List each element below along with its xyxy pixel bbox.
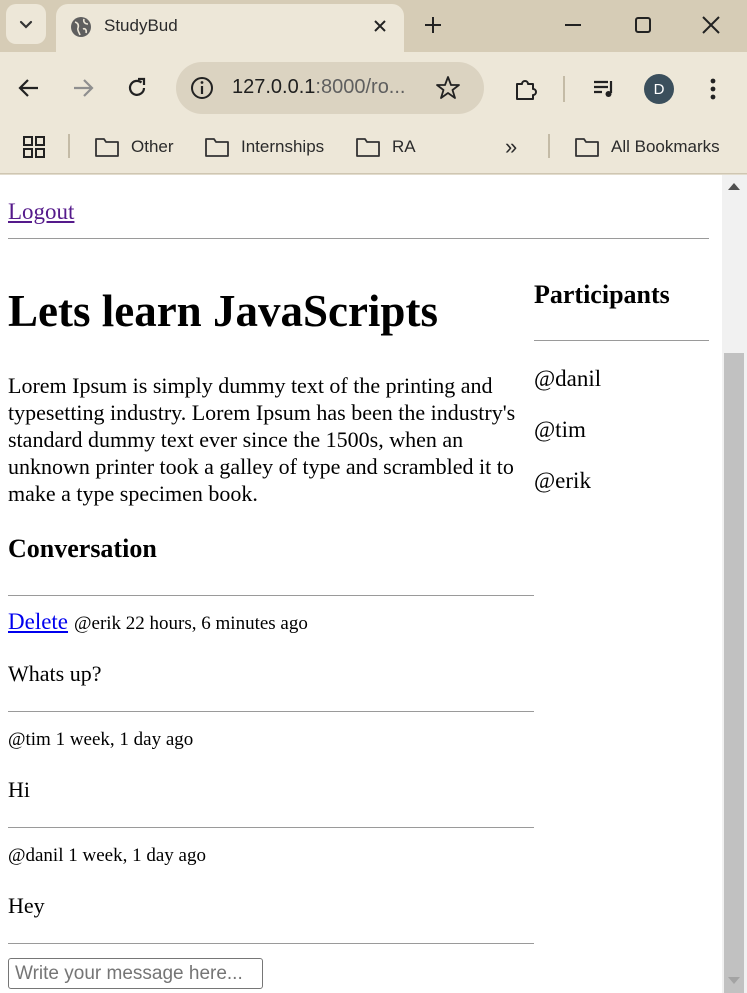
more-vert-icon xyxy=(710,78,716,100)
apps-grid-icon xyxy=(23,136,45,158)
close-icon xyxy=(374,20,386,32)
folder-icon xyxy=(95,138,119,157)
bookmark-folder-ra[interactable]: RA xyxy=(356,132,416,162)
message-divider xyxy=(8,711,534,712)
browser-chrome: StudyBud 127.0.0.1:8000/ro... D Other In… xyxy=(0,0,747,175)
media-control-button[interactable] xyxy=(587,72,621,106)
folder-icon xyxy=(575,138,599,157)
bookmarks-overflow-button[interactable]: » xyxy=(505,132,517,162)
bookmark-label: Internships xyxy=(241,137,325,156)
tab-title: StudyBud xyxy=(104,16,178,35)
minimize-button[interactable] xyxy=(550,8,596,42)
bookmark-label: Other xyxy=(131,137,174,156)
close-window-button[interactable] xyxy=(688,8,734,42)
close-icon xyxy=(702,16,720,34)
tab-studybud[interactable]: StudyBud xyxy=(56,4,404,52)
playlist-icon xyxy=(594,80,613,97)
message-divider xyxy=(8,943,534,944)
delete-message-link[interactable]: Delete xyxy=(8,609,68,634)
scroll-up-arrow-icon[interactable] xyxy=(728,183,740,190)
bookmarks-divider xyxy=(548,134,550,158)
page-viewport: Logout Lets learn JavaScripts Lorem Ipsu… xyxy=(0,175,722,993)
message-divider xyxy=(8,595,534,596)
message-author-time: @erik 22 hours, 6 minutes ago xyxy=(74,613,308,634)
bookmark-label: RA xyxy=(392,137,416,156)
participants-divider xyxy=(534,340,709,341)
arrow-right-icon xyxy=(74,79,94,97)
participants-heading: Participants xyxy=(534,280,670,309)
star-icon[interactable] xyxy=(434,74,462,102)
participant-item: @tim xyxy=(534,417,586,442)
message-input[interactable] xyxy=(8,958,263,989)
browser-toolbar: 127.0.0.1:8000/ro... xyxy=(0,52,747,124)
bookmarks-bar: Other Internships RA » All Bookmarks xyxy=(0,124,747,174)
message-body: Hi xyxy=(8,777,30,802)
plus-icon xyxy=(425,17,441,33)
message-meta: Delete @erik 22 hours, 6 minutes ago xyxy=(8,609,308,635)
all-bookmarks-button[interactable]: All Bookmarks xyxy=(575,132,720,162)
folder-icon xyxy=(356,138,380,157)
maximize-icon xyxy=(635,17,651,33)
maximize-button[interactable] xyxy=(620,8,666,42)
scroll-down-arrow-icon[interactable] xyxy=(728,977,740,984)
extensions-button[interactable] xyxy=(509,72,543,106)
url-text: 127.0.0.1:8000/ro... xyxy=(232,76,405,99)
bookmarks-divider xyxy=(68,134,70,158)
conversation-heading: Conversation xyxy=(8,534,157,563)
header-divider xyxy=(8,238,709,239)
apps-button[interactable] xyxy=(22,132,58,162)
info-icon[interactable] xyxy=(188,74,216,102)
message-meta: @danil 1 week, 1 day ago xyxy=(8,845,206,867)
logout-link[interactable]: Logout xyxy=(8,199,74,225)
puzzle-icon xyxy=(516,80,537,100)
participant-item: @erik xyxy=(534,468,591,493)
tab-search-button[interactable] xyxy=(6,4,46,44)
message-body: Hey xyxy=(8,893,45,918)
url-rest: :8000/ro... xyxy=(315,76,406,98)
message-body: Whats up? xyxy=(8,661,102,686)
scroll-thumb[interactable] xyxy=(724,353,744,993)
room-title: Lets learn JavaScripts xyxy=(8,286,438,336)
vertical-scrollbar[interactable] xyxy=(722,175,747,993)
message-meta: @tim 1 week, 1 day ago xyxy=(8,729,193,751)
reload-button[interactable] xyxy=(121,72,153,104)
bookmark-label: All Bookmarks xyxy=(611,137,720,156)
minimize-icon xyxy=(565,24,581,26)
new-tab-button[interactable] xyxy=(418,10,448,40)
room-description: Lorem Ipsum is simply dummy text of the … xyxy=(8,373,516,506)
forward-button[interactable] xyxy=(67,72,99,104)
folder-icon xyxy=(205,138,229,157)
profile-avatar[interactable]: D xyxy=(644,74,674,104)
message-author-time: @tim 1 week, 1 day ago xyxy=(8,729,194,750)
globe-icon xyxy=(71,17,91,37)
back-button[interactable] xyxy=(13,72,45,104)
arrow-left-icon xyxy=(18,79,38,97)
toolbar-divider xyxy=(563,76,565,102)
tab-strip: StudyBud xyxy=(0,0,747,52)
message-divider xyxy=(8,827,534,828)
chevron-down-icon xyxy=(19,20,33,29)
address-bar[interactable]: 127.0.0.1:8000/ro... xyxy=(176,62,484,114)
bookmark-folder-other[interactable]: Other xyxy=(95,132,174,162)
participant-item: @danil xyxy=(534,366,602,391)
url-host: 127.0.0.1 xyxy=(232,76,316,98)
menu-button[interactable] xyxy=(696,72,730,106)
message-author-time: @danil 1 week, 1 day ago xyxy=(8,845,206,866)
tab-close-button[interactable] xyxy=(368,14,392,38)
reload-icon xyxy=(128,77,146,96)
bookmark-folder-internships[interactable]: Internships xyxy=(205,132,324,162)
